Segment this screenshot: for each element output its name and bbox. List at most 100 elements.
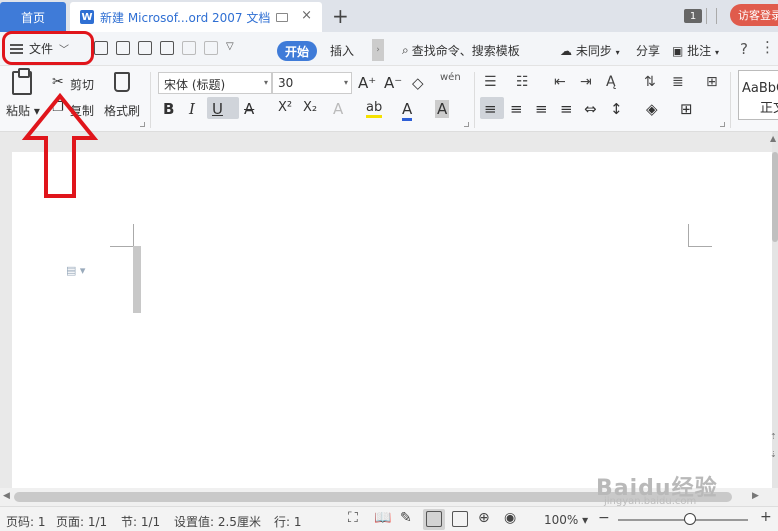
strikethrough-button[interactable]: A <box>244 100 254 118</box>
dialog-launcher-icon[interactable] <box>720 122 725 127</box>
sync-status-button[interactable]: ☁ 未同步 ▾ <box>560 42 620 59</box>
table-border-icon[interactable]: ⊞ <box>706 74 718 90</box>
page-count[interactable]: 页面: 1/1 <box>56 513 107 530</box>
divider <box>474 72 475 128</box>
read-mode-icon[interactable]: 📖 <box>374 510 391 526</box>
cut-button[interactable]: 剪切 <box>70 76 94 93</box>
font-name-select[interactable]: 宋体 (标题) ▾ <box>158 72 272 94</box>
window-count-badge[interactable]: 1 <box>684 9 702 23</box>
zoom-level[interactable]: 100% ▾ <box>544 513 588 527</box>
new-tab-button[interactable]: + <box>332 4 349 28</box>
document-page[interactable]: ▤ ▾ <box>12 152 772 488</box>
save-icon[interactable] <box>94 41 108 55</box>
justify-icon[interactable]: ≡ <box>560 100 573 118</box>
fullscreen-icon[interactable]: ⛶ <box>348 510 358 526</box>
margin-mark <box>110 246 134 247</box>
line-spacing-adjust-icon[interactable]: ≣ <box>672 74 684 90</box>
text-direction-icon[interactable]: Ą <box>606 74 616 90</box>
zoom-slider-knob[interactable] <box>684 513 696 525</box>
align-center-icon[interactable]: ≡ <box>510 100 523 118</box>
shrink-font-button[interactable]: A⁻ <box>384 74 402 92</box>
scroll-thumb[interactable] <box>772 152 778 242</box>
line-spacing-icon[interactable]: ↕ <box>610 100 623 118</box>
sort-icon[interactable]: ⇅ <box>644 74 656 90</box>
font-color-button[interactable]: A <box>402 100 413 121</box>
text-effect-icon[interactable]: A <box>333 100 343 118</box>
highlight-icon[interactable]: ab <box>366 100 383 118</box>
write-mode-icon[interactable]: ✎ <box>400 510 412 526</box>
align-left-icon[interactable]: ≡ <box>484 100 497 118</box>
superscript-button[interactable]: X² <box>278 100 292 115</box>
paragraph-handle-icon[interactable]: ▤ ▾ <box>66 264 85 277</box>
dialog-launcher-icon[interactable] <box>140 122 145 127</box>
bullet-list-icon[interactable]: ☰ <box>484 74 497 90</box>
numbered-list-icon[interactable]: ☷ <box>516 74 529 90</box>
cloud-sync-icon: ☁ <box>560 44 572 58</box>
scroll-up-icon[interactable]: ▲ <box>770 134 776 143</box>
customize-toolbar-icon[interactable]: ▽ <box>226 41 240 55</box>
tabs-scroll-right-icon[interactable]: › <box>372 39 384 61</box>
text-cursor <box>133 246 141 313</box>
format-painter-icon[interactable] <box>114 72 130 92</box>
grow-font-button[interactable]: A⁺ <box>358 74 376 92</box>
underline-button[interactable]: U <box>212 100 223 118</box>
subscript-button[interactable]: X₂ <box>303 100 317 115</box>
increase-indent-icon[interactable]: ⇥ <box>580 74 592 90</box>
zoom-in-button[interactable]: + <box>760 509 772 525</box>
chevron-down-icon: ▾ <box>715 48 720 57</box>
baidu-watermark-url: jingyan.baidu.com <box>604 496 697 507</box>
scroll-right-icon[interactable]: ▶ <box>752 491 759 501</box>
prev-page-icon[interactable]: ⇡ <box>770 432 777 441</box>
chevron-down-icon: ▾ <box>343 78 348 87</box>
margin-mark <box>688 246 712 247</box>
dialog-launcher-icon[interactable] <box>464 122 469 127</box>
page-number[interactable]: 页码: 1 <box>6 513 46 530</box>
section-count[interactable]: 节: 1/1 <box>121 513 160 530</box>
row-number[interactable]: 行: 1 <box>274 513 302 530</box>
char-shading-button[interactable]: A <box>435 100 450 118</box>
scissors-icon[interactable]: ✂ <box>52 74 64 90</box>
shading-icon[interactable]: ◈ <box>646 100 658 118</box>
next-page-icon[interactable]: ⇣ <box>770 450 777 459</box>
style-normal[interactable]: AaBbC 正文 <box>738 70 778 120</box>
align-right-icon[interactable]: ≡ <box>535 100 548 118</box>
scroll-left-icon[interactable]: ◀ <box>3 491 10 501</box>
print-preview-icon[interactable] <box>160 41 174 55</box>
web-view-icon[interactable]: ⊕ <box>478 510 490 526</box>
annotate-button[interactable]: ▣ 批注 ▾ <box>672 42 719 59</box>
phonetic-guide-button[interactable]: wén <box>440 72 461 83</box>
font-name-value: 宋体 (标题) <box>164 78 226 92</box>
bold-button[interactable]: B <box>163 100 174 118</box>
undo-icon[interactable] <box>182 41 196 55</box>
zoom-out-button[interactable]: − <box>598 510 610 526</box>
more-options-icon[interactable]: ⋮ <box>760 38 775 56</box>
tab-start[interactable]: 开始 <box>277 41 317 61</box>
status-bar: 页码: 1 页面: 1/1 节: 1/1 设置值: 2.5厘米 行: 1 ⛶ 📖… <box>0 506 778 531</box>
format-painter-button[interactable]: 格式刷 <box>104 102 140 119</box>
distribute-icon[interactable]: ⇔ <box>584 100 597 118</box>
setting-value[interactable]: 设置值: 2.5厘米 <box>174 513 261 530</box>
decrease-indent-icon[interactable]: ⇤ <box>554 74 566 90</box>
eye-protect-icon[interactable]: ◉ <box>504 510 516 526</box>
italic-button[interactable]: I <box>189 100 195 118</box>
print-icon[interactable] <box>138 41 152 55</box>
tab-home[interactable]: 首页 <box>0 2 66 32</box>
page-view-icon[interactable] <box>426 511 442 527</box>
tab-document[interactable]: W 新建 Microsof...ord 2007 文档 × <box>70 2 322 32</box>
help-icon[interactable]: ? <box>740 40 748 58</box>
pin-window-icon[interactable] <box>276 12 289 22</box>
vertical-scrollbar[interactable]: ▲ ⇡ ⇣ <box>770 132 778 488</box>
guest-login-button[interactable]: 访客登录 <box>730 4 778 26</box>
borders-icon[interactable]: ⊞ <box>680 100 693 118</box>
outline-view-icon[interactable] <box>452 511 468 527</box>
close-tab-icon[interactable]: × <box>301 8 312 23</box>
zoom-slider[interactable] <box>618 519 748 521</box>
command-search[interactable]: ⌕ 查找命令、搜索模板 <box>402 42 520 59</box>
share-button[interactable]: 分享 <box>636 42 660 59</box>
tab-insert[interactable]: 插入 <box>330 42 354 59</box>
quick-access-toolbar: ▽ <box>94 41 240 55</box>
export-pdf-icon[interactable] <box>116 41 130 55</box>
redo-icon[interactable] <box>204 41 218 55</box>
font-size-select[interactable]: 30 ▾ <box>272 72 352 94</box>
clear-format-icon[interactable]: ◇ <box>412 74 424 92</box>
